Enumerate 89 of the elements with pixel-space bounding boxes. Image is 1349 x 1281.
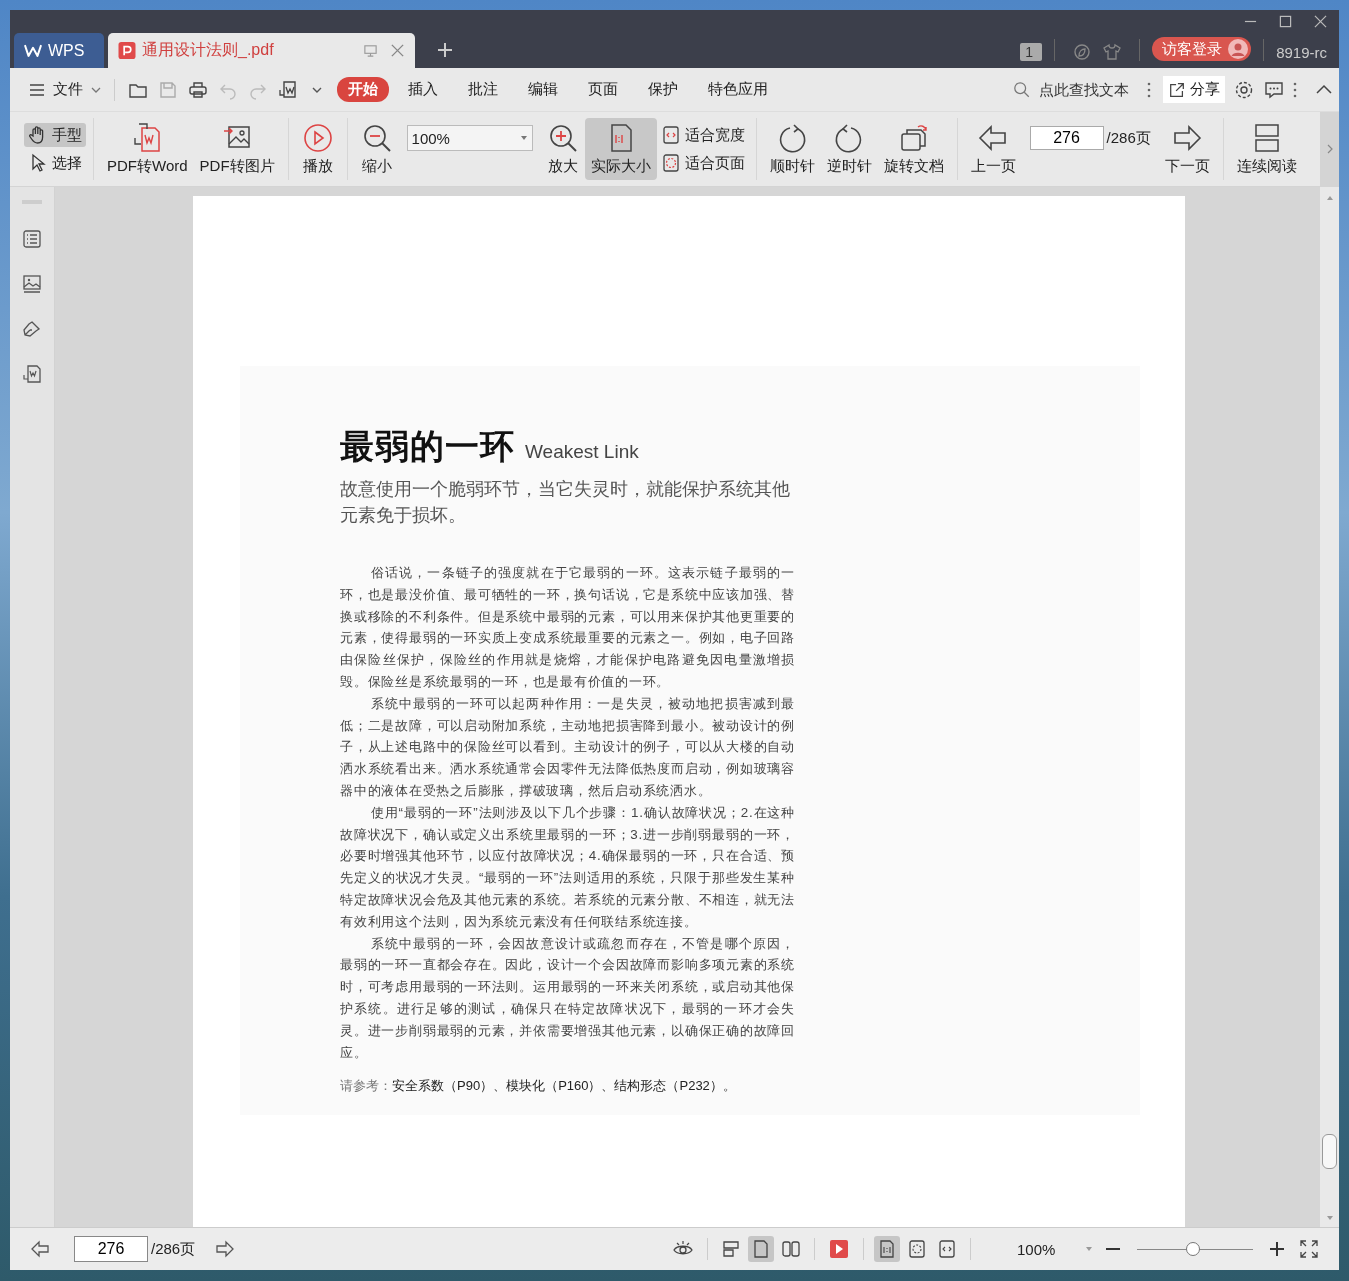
see-also-references: 安全系数（P90）、模块化（P160）、结构形态（P232）。	[392, 1078, 736, 1094]
share-icon	[1168, 80, 1186, 99]
body-paragraph: 使用“最弱的一环”法则涉及以下几个步骤：1.确认故障状况；2.在这种故障状况下，确认或定义出系统里最弱的一环；3.进一步削弱最弱的一环，必要时增强其他环节，以应付故障状况；4.确保最弱的一环，只在合适、预先定义的状况才失灵。“最弱的一环”法则适用的系统，只限于那些发生某种特定故障状况会危及其他元素的系统。若系统的元素分散、不相连，就无法有效利用这个法则，因为系统元素没有任何联结系统连接。	[340, 803, 795, 931]
search-field[interactable]: 点此查找文本	[1013, 80, 1143, 99]
maximize-icon[interactable]	[1279, 15, 1292, 28]
body-paragraph: 系统中最弱的一环，会因故意设计或疏忽而存在，不管是哪个原因，最弱的一环一直都会存在。因此，设计一个会因故障而影响多项元素的系统时，可考虑用最弱的一环法则。运用最弱的一环来关闭系统，或启动其他保护系统。进行足够的测试，确保只在特定故障状况下，最弱的一环才会失灵。进一步削弱最弱的元素，并依需要增强其他元素，以确保正确的故障回应。	[340, 934, 795, 1062]
right-arrow-icon	[1171, 122, 1204, 154]
ribbon-tab[interactable]: 特色应用	[697, 77, 779, 102]
see-also-label: 请参考：	[340, 1078, 392, 1094]
continuous-reading-button[interactable]: 连续阅读	[1230, 118, 1303, 180]
two-page-icon	[721, 1239, 741, 1259]
print-icon[interactable]	[188, 79, 208, 100]
toolbar-button[interactable]: 播放	[295, 118, 340, 180]
actual-size-button[interactable]: 实际大小	[584, 118, 657, 180]
settings-icon[interactable]	[1234, 79, 1254, 100]
file-menu[interactable]: 文件	[24, 80, 106, 99]
zoom-in-icon[interactable]	[1267, 1239, 1287, 1259]
previous-page-icon[interactable]	[30, 1239, 50, 1259]
fit-width-icon	[937, 1239, 957, 1259]
fit-page-icon	[660, 153, 681, 173]
more-icon[interactable]	[1147, 81, 1151, 98]
guest-login-button[interactable]: 访客登录	[1152, 37, 1252, 61]
close-icon[interactable]	[1314, 15, 1327, 28]
ribbon-tab[interactable]: 编辑	[517, 77, 569, 102]
play-icon	[301, 122, 334, 154]
page-count-badge[interactable]: 1	[1020, 43, 1043, 61]
zoom-in-button[interactable]: 放大	[540, 118, 585, 180]
page-total: /286页	[151, 1239, 196, 1259]
fit-width-icon	[660, 125, 681, 145]
chevron-right-icon	[1326, 144, 1333, 154]
page-subtitle: 故意使用一个脆弱环节，当它失灵时，就能保护系统其他元素免于损坏。	[340, 478, 791, 527]
user-name[interactable]: 8919-rc	[1276, 44, 1327, 61]
ribbon-tab[interactable]: 插入	[397, 77, 449, 102]
close-icon[interactable]	[390, 43, 405, 58]
rotate-button[interactable]: 顺时针	[763, 118, 821, 180]
shirt-icon[interactable]	[1103, 43, 1122, 61]
page-title: 最弱的一环	[340, 426, 515, 467]
search-icon	[1013, 80, 1031, 99]
actual-size-icon	[877, 1239, 897, 1259]
ribbon-tab[interactable]: 保护	[637, 77, 689, 102]
page-title-english: Weakest Link	[525, 441, 639, 463]
more-icon[interactable]	[1293, 81, 1297, 98]
ribbon-tab[interactable]: 开始	[337, 77, 389, 102]
share-button[interactable]: 分享	[1163, 76, 1225, 103]
page-total: /286页	[1106, 128, 1151, 148]
zoom-out-button[interactable]: 缩小	[354, 118, 399, 180]
zoom-dropdown[interactable]: 100%	[406, 125, 533, 151]
image-icon[interactable]	[22, 274, 42, 294]
rotate-button[interactable]: 逆时针	[820, 118, 878, 180]
zoom-dropdown[interactable]: 100%	[1017, 1240, 1093, 1258]
single-page-icon	[751, 1239, 771, 1259]
slider-thumb[interactable]	[1185, 1242, 1200, 1256]
mode-button[interactable]: 手型	[24, 123, 86, 147]
pdf-file-icon	[118, 42, 136, 59]
fit-button[interactable]: 适合宽度	[656, 123, 749, 147]
toolbar-button[interactable]: PDF转图片	[193, 118, 281, 180]
document-tab[interactable]: WPS	[14, 33, 104, 68]
page-number-field[interactable]: 276	[1029, 126, 1104, 150]
fullscreen-icon[interactable]	[1299, 1239, 1319, 1259]
view-mode-button[interactable]	[748, 1236, 774, 1262]
pen-icon[interactable]	[22, 319, 42, 339]
fit-mode-button[interactable]	[874, 1236, 900, 1262]
book-view-icon	[781, 1239, 801, 1259]
new-tab-icon[interactable]	[437, 42, 453, 58]
rotate-button[interactable]: 旋转文档	[877, 118, 950, 180]
mode-button[interactable]: 选择	[24, 151, 86, 175]
next-page-icon[interactable]	[215, 1239, 236, 1259]
play-icon[interactable]	[829, 1239, 849, 1259]
body-paragraph: 系统中最弱的一环可以起两种作用：一是失灵，被动地把损害减到最低；二是故障，可以启动附加系统，主动地把损害降到最小。被动设计的例子，从上述电路中的保险丝可以看到。主动设计的例子，可以从大楼的自动洒水系统看出来。洒水系统通常会因零件无法降低热度而启动，例如玻璃容器中的液体在受热之后膨胀，撑破玻璃，然后启动系统洒水。	[340, 694, 795, 800]
ribbon-tab[interactable]: 批注	[457, 77, 509, 102]
next-page-button[interactable]: 下一页	[1158, 118, 1216, 180]
caret-icon	[519, 135, 528, 141]
body-paragraph: 俗话说，一条链子的强度就在于它最弱的一环。这表示链子最弱的一环，也是最没价值、最可牺牲的一环，换句话说，它是系统中应该加强、替换或移除的不利条件。但是系统中最弱的元素，可以用来保护其他更重要的元素，使得最弱的一环实质上变成系统最重要的元素之一。例如，电子回路由保险丝保护，保险丝的作用就是烧熔，才能保护电路避免因电量激增损毁。保险丝是系统最弱的一环，也是最有价值的一环。	[340, 564, 795, 691]
document-tab[interactable]: 通用设计法则_.pdf	[108, 33, 415, 68]
outline-icon[interactable]	[22, 229, 42, 249]
comment-icon[interactable]	[1264, 79, 1284, 100]
toolbar-button[interactable]: PDF转Word	[101, 118, 194, 180]
export-icon[interactable]	[278, 79, 298, 100]
page-number-field[interactable]: 276	[74, 1236, 148, 1262]
ribbon-tab[interactable]: 页面	[577, 77, 629, 102]
avatar-icon	[1228, 39, 1249, 59]
fit-button[interactable]: 适合页面	[656, 151, 749, 175]
previous-page-button[interactable]: 上一页	[964, 118, 1022, 180]
wps-logo-icon	[24, 42, 42, 59]
leaf-icon[interactable]	[1073, 43, 1092, 61]
caret-icon	[1085, 1246, 1093, 1252]
scrollbar-thumb[interactable]	[1322, 1134, 1337, 1169]
fit-page-icon	[907, 1239, 927, 1259]
convert-icon[interactable]	[22, 364, 42, 384]
